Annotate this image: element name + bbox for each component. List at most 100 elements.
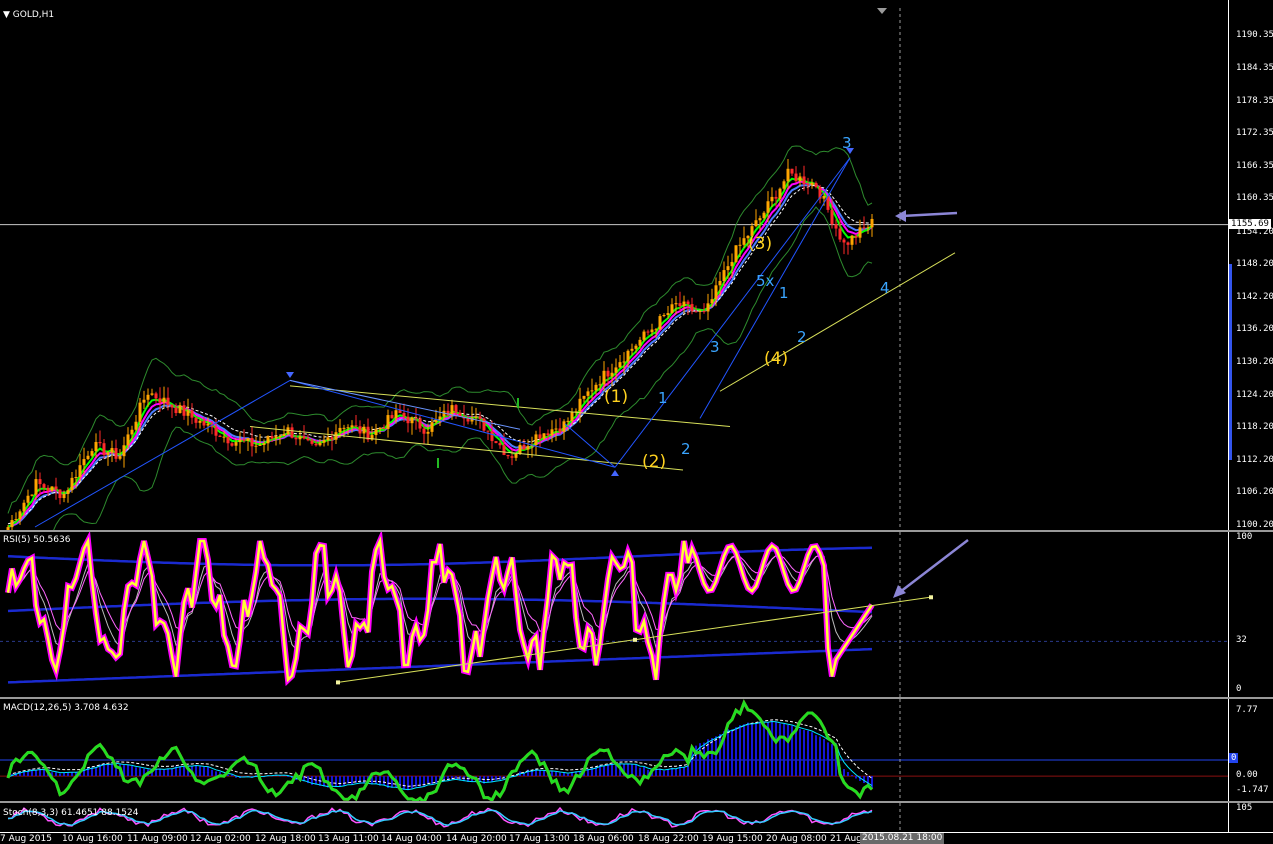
candle-body [282, 433, 286, 436]
candle-body [654, 329, 658, 331]
price-tick-label: 1160.35 [1236, 193, 1273, 204]
candle-body [610, 372, 614, 377]
candle-body [670, 304, 674, 314]
macd-histogram-bar [759, 721, 761, 777]
wave-label-cyan: 3 [710, 338, 720, 356]
candle-body [558, 428, 562, 432]
candle-body [626, 350, 630, 362]
candle-body [638, 339, 642, 346]
macd-histogram-bar [407, 776, 409, 791]
candle-body [374, 429, 378, 436]
price-scale[interactable]: 1190.35 1184.35 1178.35 1172.35 1166.35 1160.… [1228, 0, 1273, 530]
ma-fast-line [7, 177, 873, 528]
candle-body [66, 490, 70, 494]
time-tick-label: 18 Aug 22:00 [638, 834, 699, 844]
impulse-line [614, 157, 851, 468]
macd-histogram-bar [363, 776, 365, 783]
impulse-line [289, 379, 521, 430]
candle-body [74, 477, 78, 479]
rsi-pane[interactable]: RSI(5) 50.5636 [0, 532, 1228, 697]
candle-body [270, 436, 274, 439]
time-axis[interactable]: 7 Aug 2015 10 Aug 16:00 11 Aug 09:00 12 Aug… [0, 832, 1273, 844]
wave-label-cyan-5x: 5x [756, 272, 775, 290]
candle-body [514, 453, 518, 458]
candle-body [446, 410, 450, 416]
candle-body [774, 196, 778, 199]
candle-body [310, 440, 314, 444]
candle-body [622, 361, 626, 363]
candle-body [742, 238, 746, 245]
wave-label-yellow: (3) [748, 234, 772, 254]
chart-title-text: GOLD,H1 [12, 10, 55, 20]
candle-body [606, 370, 610, 377]
macd-histogram-bar [747, 722, 749, 777]
candle-body [754, 220, 758, 227]
candle-body [494, 441, 498, 444]
candle-body [450, 405, 454, 416]
macd-histogram-bar [335, 776, 337, 787]
candle-body [690, 304, 694, 312]
macd-histogram-bar [827, 742, 829, 777]
stoch-scale[interactable]: 105 [1228, 803, 1273, 832]
candle-body [26, 495, 30, 503]
trading-terminal: (1) (2) (3) (4) 1 2 3 1 2 3 4 5x ▼ GOLD,H1 1190.35 1… [0, 0, 1273, 844]
macd-histogram-bar [159, 768, 161, 777]
price-tick-label: 1172.35 [1236, 128, 1273, 139]
macd-histogram-bar [607, 764, 609, 777]
candle-body [526, 446, 530, 450]
candle-body [866, 227, 870, 229]
candle-body [594, 384, 598, 391]
stoch-pane[interactable]: Stoch(8,3,3) 61.4651 88.1524 [0, 803, 1228, 832]
macd-histogram-bar [719, 734, 721, 777]
macd-line [6, 699, 874, 801]
macd-pane[interactable]: MACD(12,26,5) 3.708 4.632 [0, 699, 1228, 801]
candle-body [562, 421, 566, 432]
macd-histogram-bar [203, 766, 205, 777]
candle-body [326, 437, 330, 441]
price-tick-label: 1142.20 [1236, 291, 1273, 302]
macd-scale[interactable]: 7.77 0.00 -1.747 0 [1228, 699, 1273, 801]
macd-histogram-bar [95, 766, 97, 777]
rsi-scale[interactable]: 100 32 0 [1228, 532, 1273, 697]
wave-label-cyan: 1 [779, 284, 789, 302]
candle-body [162, 397, 166, 403]
candle-body [262, 443, 266, 445]
price-tick-label: 1166.35 [1236, 160, 1273, 171]
macd-histogram-bar [847, 772, 849, 777]
candle-body [266, 436, 270, 444]
candle-body [18, 511, 22, 520]
candle-body [58, 489, 62, 499]
candle-body [62, 493, 66, 499]
candle-body [602, 370, 606, 385]
candle-body [438, 416, 442, 420]
time-tick-label: 17 Aug 13:00 [509, 834, 570, 844]
candle-body [150, 393, 154, 395]
price-chart-svg: (1) (2) (3) (4) 1 2 3 1 2 3 4 5x [0, 8, 1228, 530]
scale-scroll-indicator[interactable] [1229, 264, 1232, 460]
candle-body [250, 437, 254, 447]
macd-histogram-bar [487, 776, 489, 782]
candle-body [802, 176, 806, 185]
rsi-trend-anchor [929, 595, 933, 600]
stoch-title: Stoch(8,3,3) 61.4651 88.1524 [3, 808, 139, 818]
candle-body [534, 434, 538, 445]
candle-body [418, 418, 422, 429]
macd-histogram-bar [567, 773, 569, 777]
candle-body [166, 397, 170, 406]
candle-body [858, 227, 862, 238]
candle-body [486, 430, 490, 432]
candle-body [330, 437, 334, 440]
candle-body [278, 435, 282, 437]
candle-body [846, 242, 850, 245]
shift-marker [877, 8, 887, 14]
time-tick-label: 13 Aug 11:00 [318, 834, 379, 844]
time-tick-label: 12 Aug 18:00 [255, 834, 316, 844]
candle-body [46, 487, 50, 491]
candle-body [134, 421, 138, 430]
candle-body [550, 429, 554, 436]
macd-histogram-bar [711, 738, 713, 777]
candle-body [14, 519, 18, 521]
price-chart-pane[interactable]: (1) (2) (3) (4) 1 2 3 1 2 3 4 5x ▼ GOLD,H1 [0, 0, 1228, 530]
price-tick-label: 1184.35 [1236, 62, 1273, 73]
price-tick-label: 1100.20 [1236, 519, 1273, 530]
